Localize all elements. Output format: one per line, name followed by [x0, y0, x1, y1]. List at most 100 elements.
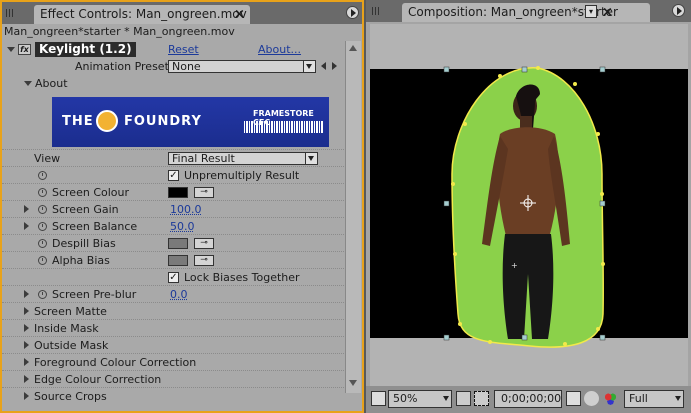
despill-bias-swatch[interactable] [168, 238, 188, 249]
effect-name-label[interactable]: Keylight (1.2) [35, 42, 136, 57]
expand-triangle-icon[interactable] [24, 307, 29, 315]
breadcrumb: Man_ongreen*starter * Man_ongreen.mov [4, 24, 235, 40]
foundry-banner[interactable]: THE FOUNDRY FRAMESTORE CFC [52, 97, 329, 147]
expand-triangle-icon[interactable] [24, 341, 29, 349]
tab-effect-controls-label: Effect Controls: Man_ongreen.mov [40, 7, 247, 21]
chevron-down-icon [303, 61, 315, 72]
param-row-lock-biases: ✓ Lock Biases Together [2, 268, 344, 286]
effect-name: Keylight (1.2) [39, 42, 132, 56]
expand-triangle-icon[interactable] [24, 392, 29, 400]
expand-triangle-icon[interactable] [24, 222, 29, 230]
monitor-icon[interactable] [371, 391, 386, 406]
comp-dropdown-icon[interactable]: ▾ [585, 5, 597, 18]
about-expand-triangle-icon[interactable] [24, 81, 32, 90]
about-section-label: About [35, 77, 68, 90]
resolution-select[interactable]: Full [624, 390, 684, 408]
eyedropper-icon[interactable]: ⊸ [194, 255, 214, 266]
safe-zones-icon[interactable] [456, 391, 471, 406]
panel-menu-icon[interactable] [672, 4, 685, 17]
param-row-screen-preblur: Screen Pre-blur 0.0 [2, 285, 344, 303]
scroll-up-icon[interactable] [349, 45, 357, 51]
timecode-value: 0;00;00;00 [501, 392, 562, 405]
group-label: Screen Matte [34, 305, 107, 318]
despill-bias-label: Despill Bias [52, 237, 116, 250]
alpha-bias-swatch[interactable] [168, 255, 188, 266]
param-view-label: View [34, 152, 61, 165]
banner-brand-foundry: FOUNDRY [124, 114, 202, 129]
group-label: Outside Mask [34, 339, 109, 352]
screen-colour-label: Screen Colour [52, 186, 130, 199]
stopwatch-icon[interactable] [38, 256, 47, 265]
param-row-screen-balance: Screen Balance 50.0 [2, 217, 344, 235]
screen-preblur-value[interactable]: 0.0 [170, 286, 188, 303]
preset-prev-icon[interactable] [321, 62, 326, 70]
stopwatch-icon[interactable] [38, 188, 47, 197]
about-link[interactable]: About... [258, 41, 301, 58]
view-select-value: Final Result [172, 152, 235, 165]
composition-viewer[interactable]: + [370, 24, 688, 386]
screen-gain-value[interactable]: 100.0 [170, 201, 202, 218]
foundry-logo-icon [96, 110, 118, 132]
stopwatch-icon[interactable] [38, 205, 47, 214]
group-label: Edge Colour Correction [34, 373, 162, 386]
param-row-despill-bias: Despill Bias ⊸ [2, 234, 344, 252]
view-select[interactable]: Final Result [168, 152, 318, 165]
eyedropper-icon[interactable]: ⊸ [194, 238, 214, 249]
group-inside-mask[interactable]: Inside Mask [2, 319, 344, 337]
screen-colour-swatch[interactable] [168, 187, 188, 198]
lock-biases-label: Lock Biases Together [184, 271, 300, 284]
panel-menu-icon[interactable] [346, 6, 359, 19]
animation-presets-label: Animation Presets: [75, 60, 179, 73]
expand-triangle-icon[interactable] [24, 324, 29, 332]
close-icon[interactable]: × [234, 5, 245, 24]
stopwatch-icon[interactable] [38, 290, 47, 299]
stopwatch-icon[interactable] [38, 171, 47, 180]
screen-gain-label: Screen Gain [52, 203, 119, 216]
banner-brand-the: THE [62, 114, 94, 129]
about-section-row[interactable]: About [2, 75, 344, 92]
effect-expand-triangle-icon[interactable] [7, 47, 15, 56]
svg-text:+: + [511, 261, 518, 270]
channels-icon[interactable] [603, 391, 618, 406]
group-screen-matte[interactable]: Screen Matte [2, 302, 344, 320]
reset-link[interactable]: Reset [168, 41, 199, 58]
group-edge-colour-correction[interactable]: Edge Colour Correction [2, 370, 344, 388]
group-source-crops[interactable]: Source Crops [2, 387, 344, 405]
scroll-down-icon[interactable] [349, 380, 357, 386]
group-label: Foreground Colour Correction [34, 356, 197, 369]
animation-presets-select[interactable]: None [168, 60, 316, 73]
lock-biases-checkbox[interactable]: ✓ [168, 272, 179, 283]
snapshot-icon[interactable] [566, 391, 581, 406]
effect-controls-tabbar: Effect Controls: Man_ongreen.mov × [2, 2, 362, 24]
expand-triangle-icon[interactable] [24, 375, 29, 383]
unpremultiply-checkbox[interactable]: ✓ [168, 170, 179, 181]
mask-visibility-icon[interactable] [474, 391, 489, 406]
screen-balance-label: Screen Balance [52, 220, 138, 233]
show-snapshot-icon[interactable] [584, 391, 599, 406]
preset-next-icon[interactable] [332, 62, 337, 70]
expand-triangle-icon[interactable] [24, 205, 29, 213]
unpremultiply-label: Unpremultiply Result [184, 169, 300, 182]
chevron-down-icon [305, 153, 317, 164]
stopwatch-icon[interactable] [38, 239, 47, 248]
group-foreground-colour-correction[interactable]: Foreground Colour Correction [2, 353, 344, 371]
effect-header-row: fx Keylight (1.2) Reset About... [2, 41, 344, 58]
panel-grip-icon[interactable] [6, 9, 14, 17]
effect-controls-scrollbar[interactable] [345, 41, 361, 393]
zoom-select[interactable]: 50% [388, 390, 452, 408]
timecode-field[interactable]: 0;00;00;00 [494, 390, 562, 408]
resolution-value: Full [629, 392, 648, 405]
panel-grip-icon[interactable] [372, 7, 380, 15]
screen-balance-value[interactable]: 50.0 [170, 218, 195, 235]
fx-icon[interactable]: fx [18, 44, 31, 55]
stopwatch-icon[interactable] [38, 222, 47, 231]
alpha-bias-label: Alpha Bias [52, 254, 110, 267]
composition-canvas[interactable]: + [370, 24, 688, 386]
expand-triangle-icon[interactable] [24, 290, 29, 298]
expand-triangle-icon[interactable] [24, 358, 29, 366]
eyedropper-icon[interactable]: ⊸ [194, 187, 214, 198]
screen-preblur-label: Screen Pre-blur [52, 288, 137, 301]
close-icon[interactable]: × [602, 3, 613, 22]
tab-effect-controls[interactable]: Effect Controls: Man_ongreen.mov [34, 5, 250, 24]
group-outside-mask[interactable]: Outside Mask [2, 336, 344, 354]
